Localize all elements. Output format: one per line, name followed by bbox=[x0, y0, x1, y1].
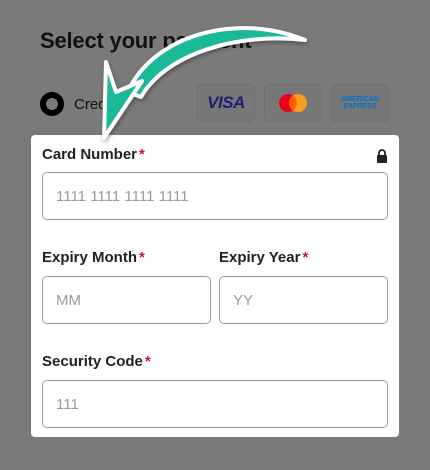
mastercard-logo bbox=[264, 84, 322, 122]
mastercard-icon bbox=[279, 94, 307, 112]
required-marker: * bbox=[144, 353, 151, 370]
amex-logo-line1: AMERICAN bbox=[341, 96, 379, 103]
visa-logo: VISA bbox=[197, 84, 255, 122]
expiry-year-label: Expiry Year * bbox=[219, 249, 308, 266]
amex-logo-line2: EXPRESS bbox=[343, 103, 377, 110]
expiry-year-input[interactable] bbox=[219, 276, 388, 324]
credit-card-radio[interactable] bbox=[40, 92, 64, 116]
security-code-label-text: Security Code bbox=[42, 353, 143, 370]
required-marker: * bbox=[139, 249, 145, 266]
card-number-label-text: Card Number bbox=[42, 146, 138, 163]
lock-icon bbox=[377, 149, 387, 163]
expiry-year-label-text: Expiry Year bbox=[219, 249, 301, 266]
amex-logo: AMERICAN EXPRESS bbox=[331, 84, 389, 122]
security-code-input[interactable] bbox=[42, 380, 388, 428]
security-code-label: Security Code * bbox=[42, 353, 151, 370]
card-details-panel: Card Number* Expiry Month* Expiry Year* … bbox=[31, 135, 399, 437]
visa-logo-text: VISA bbox=[207, 93, 245, 112]
card-number-label: Card Number * bbox=[42, 146, 145, 163]
required-marker: * bbox=[302, 249, 309, 266]
page-title: Select your payment bbox=[40, 28, 252, 53]
expiry-month-label: Expiry Month * bbox=[42, 249, 145, 266]
expiry-month-input[interactable] bbox=[42, 276, 211, 324]
card-number-input[interactable] bbox=[42, 172, 388, 220]
expiry-month-label-text: Expiry Month bbox=[42, 249, 138, 266]
required-marker: * bbox=[139, 146, 145, 163]
credit-card-option-label: Credit bbox=[74, 96, 115, 113]
